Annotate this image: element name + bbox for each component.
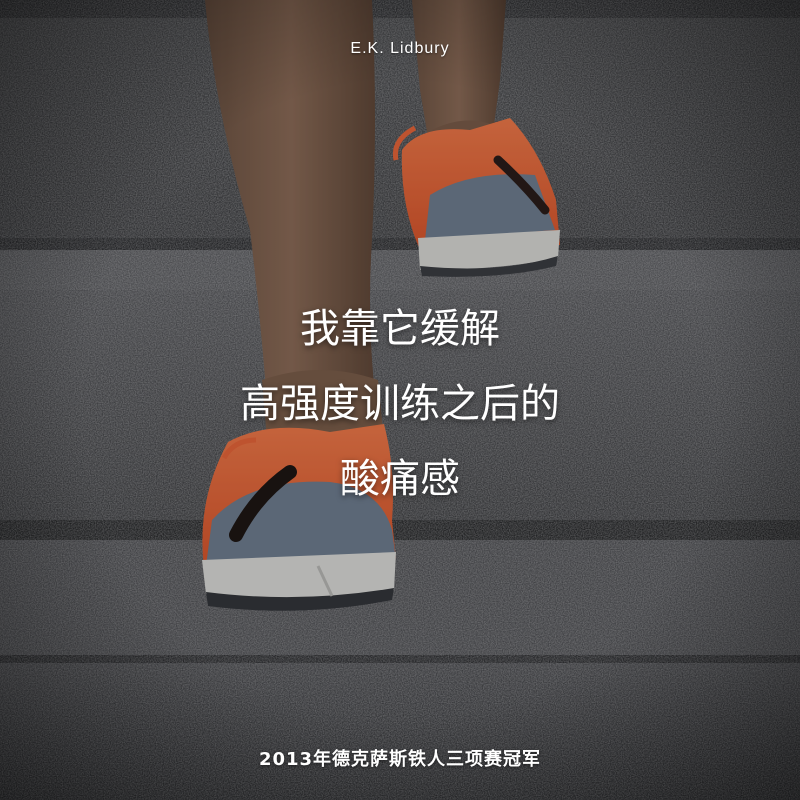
quote-text: 我靠它缓解 高强度训练之后的 酸痛感 xyxy=(0,292,800,517)
quote-line-1: 我靠它缓解 xyxy=(300,306,500,352)
author-name: E.K. Lidbury xyxy=(350,40,450,57)
quote-line-2: 高强度训练之后的 xyxy=(240,381,560,427)
quote-card: E.K. Lidbury 我靠它缓解 高强度训练之后的 酸痛感 2013年德克萨… xyxy=(0,0,800,800)
author-credential: 2013年德克萨斯铁人三项赛冠军 xyxy=(258,749,542,770)
quote-line-3: 酸痛感 xyxy=(340,456,460,502)
